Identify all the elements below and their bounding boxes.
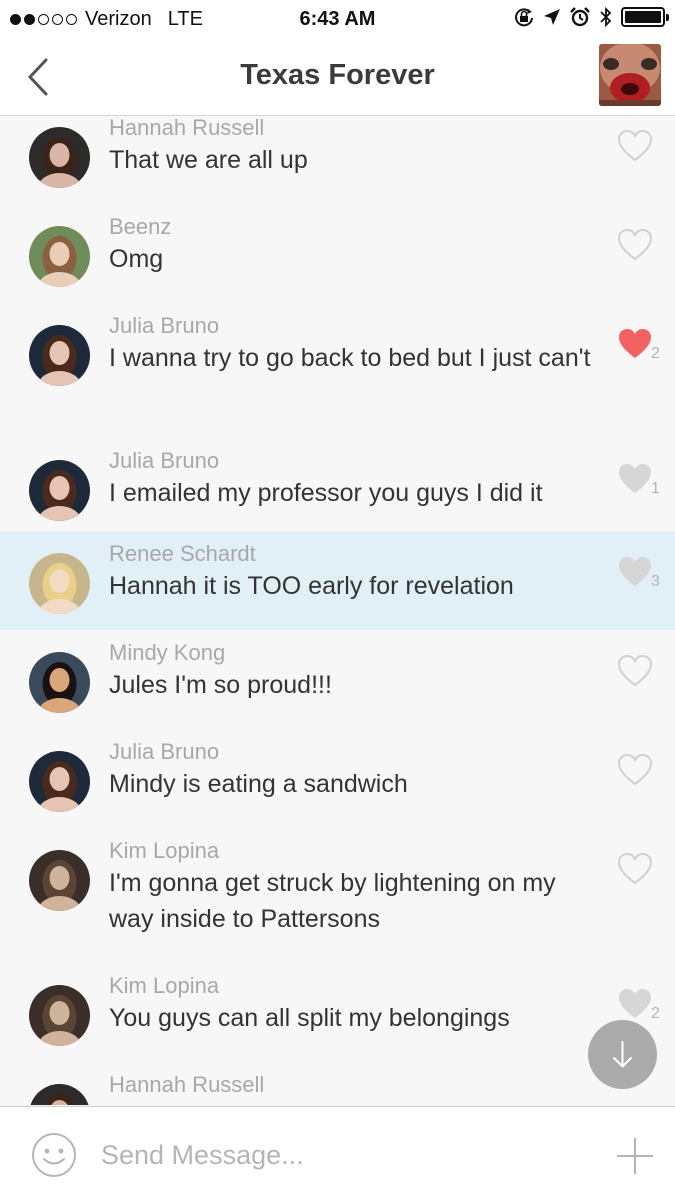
alarm-icon bbox=[570, 7, 590, 27]
avatar[interactable] bbox=[29, 850, 90, 911]
sender-name: Julia Bruno bbox=[109, 313, 220, 338]
avatar[interactable] bbox=[29, 985, 90, 1046]
scroll-to-bottom-button[interactable] bbox=[588, 1020, 657, 1089]
battery-icon bbox=[621, 7, 669, 27]
message-text: Omg bbox=[109, 245, 164, 273]
page-title: Texas Forever bbox=[240, 59, 435, 91]
avatar[interactable] bbox=[29, 652, 90, 713]
avatar[interactable] bbox=[29, 751, 90, 812]
heart-icon[interactable] bbox=[617, 129, 653, 163]
message-row[interactable]: Renee Schardt Hannah it is TOO early for … bbox=[0, 531, 675, 630]
sender-name: Kim Lopina bbox=[109, 838, 220, 863]
message-text: Hannah it is TOO early for revelation bbox=[109, 572, 514, 600]
message-row[interactable]: Julia Bruno I emailed my professor you gu… bbox=[0, 438, 675, 531]
message-row[interactable]: Julia Bruno Mindy is eating a sandwich bbox=[0, 729, 675, 828]
avatar[interactable] bbox=[29, 226, 90, 287]
heart-icon[interactable] bbox=[617, 654, 653, 688]
avatar[interactable] bbox=[29, 325, 90, 386]
arrow-down-icon bbox=[613, 1041, 632, 1068]
message-text: You guys can all split my belongings bbox=[109, 1004, 510, 1032]
chat-header: Texas Forever bbox=[0, 38, 675, 116]
status-bar: Verizon LTE 6:43 AM bbox=[0, 0, 675, 38]
message-text: That we are all up bbox=[109, 146, 308, 174]
message-row[interactable]: Kim Lopina I'm gonna get struck by lighte… bbox=[0, 828, 675, 963]
sender-name: Hannah Russell bbox=[109, 1072, 265, 1097]
message-row[interactable]: Beenz Omg bbox=[0, 204, 675, 303]
sender-name: Renee Schardt bbox=[109, 541, 256, 566]
message-row[interactable]: Kim Lopina You guys can all split my belo… bbox=[0, 963, 675, 1062]
sender-name: Kim Lopina bbox=[109, 973, 220, 998]
sender-name: Mindy Kong bbox=[109, 640, 226, 665]
message-text: I wanna try to go back to bed but I just… bbox=[109, 344, 591, 372]
message-text: I emailed my professor you guys I did it bbox=[109, 479, 543, 507]
heart-icon[interactable] bbox=[617, 228, 653, 262]
bluetooth-icon bbox=[600, 6, 612, 28]
avatar[interactable] bbox=[29, 1084, 90, 1105]
message-row[interactable]: Mindy Kong Jules I'm so proud!!! bbox=[0, 630, 675, 729]
message-list[interactable]: Hannah Russell That we are all up Beenz Omg… bbox=[0, 117, 675, 1105]
heart-icon[interactable] bbox=[617, 462, 653, 496]
avatar[interactable] bbox=[29, 460, 90, 521]
group-avatar[interactable] bbox=[599, 44, 661, 106]
plus-icon[interactable] bbox=[616, 1137, 654, 1175]
like-count: 1 bbox=[651, 480, 660, 497]
heart-icon[interactable] bbox=[617, 852, 653, 886]
avatar[interactable] bbox=[29, 127, 90, 188]
message-row[interactable]: Julia Bruno I wanna try to go back to bed… bbox=[0, 303, 675, 438]
message-input[interactable] bbox=[101, 1133, 581, 1177]
message-row[interactable]: Hannah Russell That we are all up bbox=[0, 117, 675, 204]
sender-name: Hannah Russell bbox=[109, 117, 265, 140]
message-text: Mindy is eating a sandwich bbox=[109, 770, 408, 798]
avatar[interactable] bbox=[29, 553, 90, 614]
sender-name: Julia Bruno bbox=[109, 448, 220, 473]
message-text: I'm gonna get struck by lightening on my… bbox=[109, 869, 556, 933]
like-count: 2 bbox=[651, 345, 660, 362]
message-row[interactable]: Hannah Russell bbox=[0, 1062, 675, 1105]
heart-icon[interactable] bbox=[617, 753, 653, 787]
heart-filled-icon[interactable] bbox=[617, 327, 653, 361]
location-arrow-icon bbox=[544, 9, 560, 25]
rotation-lock-icon bbox=[515, 8, 533, 27]
message-composer bbox=[0, 1106, 675, 1200]
sender-name: Julia Bruno bbox=[109, 739, 220, 764]
heart-icon[interactable] bbox=[617, 555, 653, 589]
like-count: 3 bbox=[651, 573, 660, 590]
heart-icon[interactable] bbox=[617, 987, 653, 1021]
emoji-icon[interactable] bbox=[31, 1132, 77, 1178]
message-text: Jules I'm so proud!!! bbox=[109, 671, 332, 699]
status-right bbox=[513, 6, 669, 28]
sender-name: Beenz bbox=[109, 214, 172, 239]
